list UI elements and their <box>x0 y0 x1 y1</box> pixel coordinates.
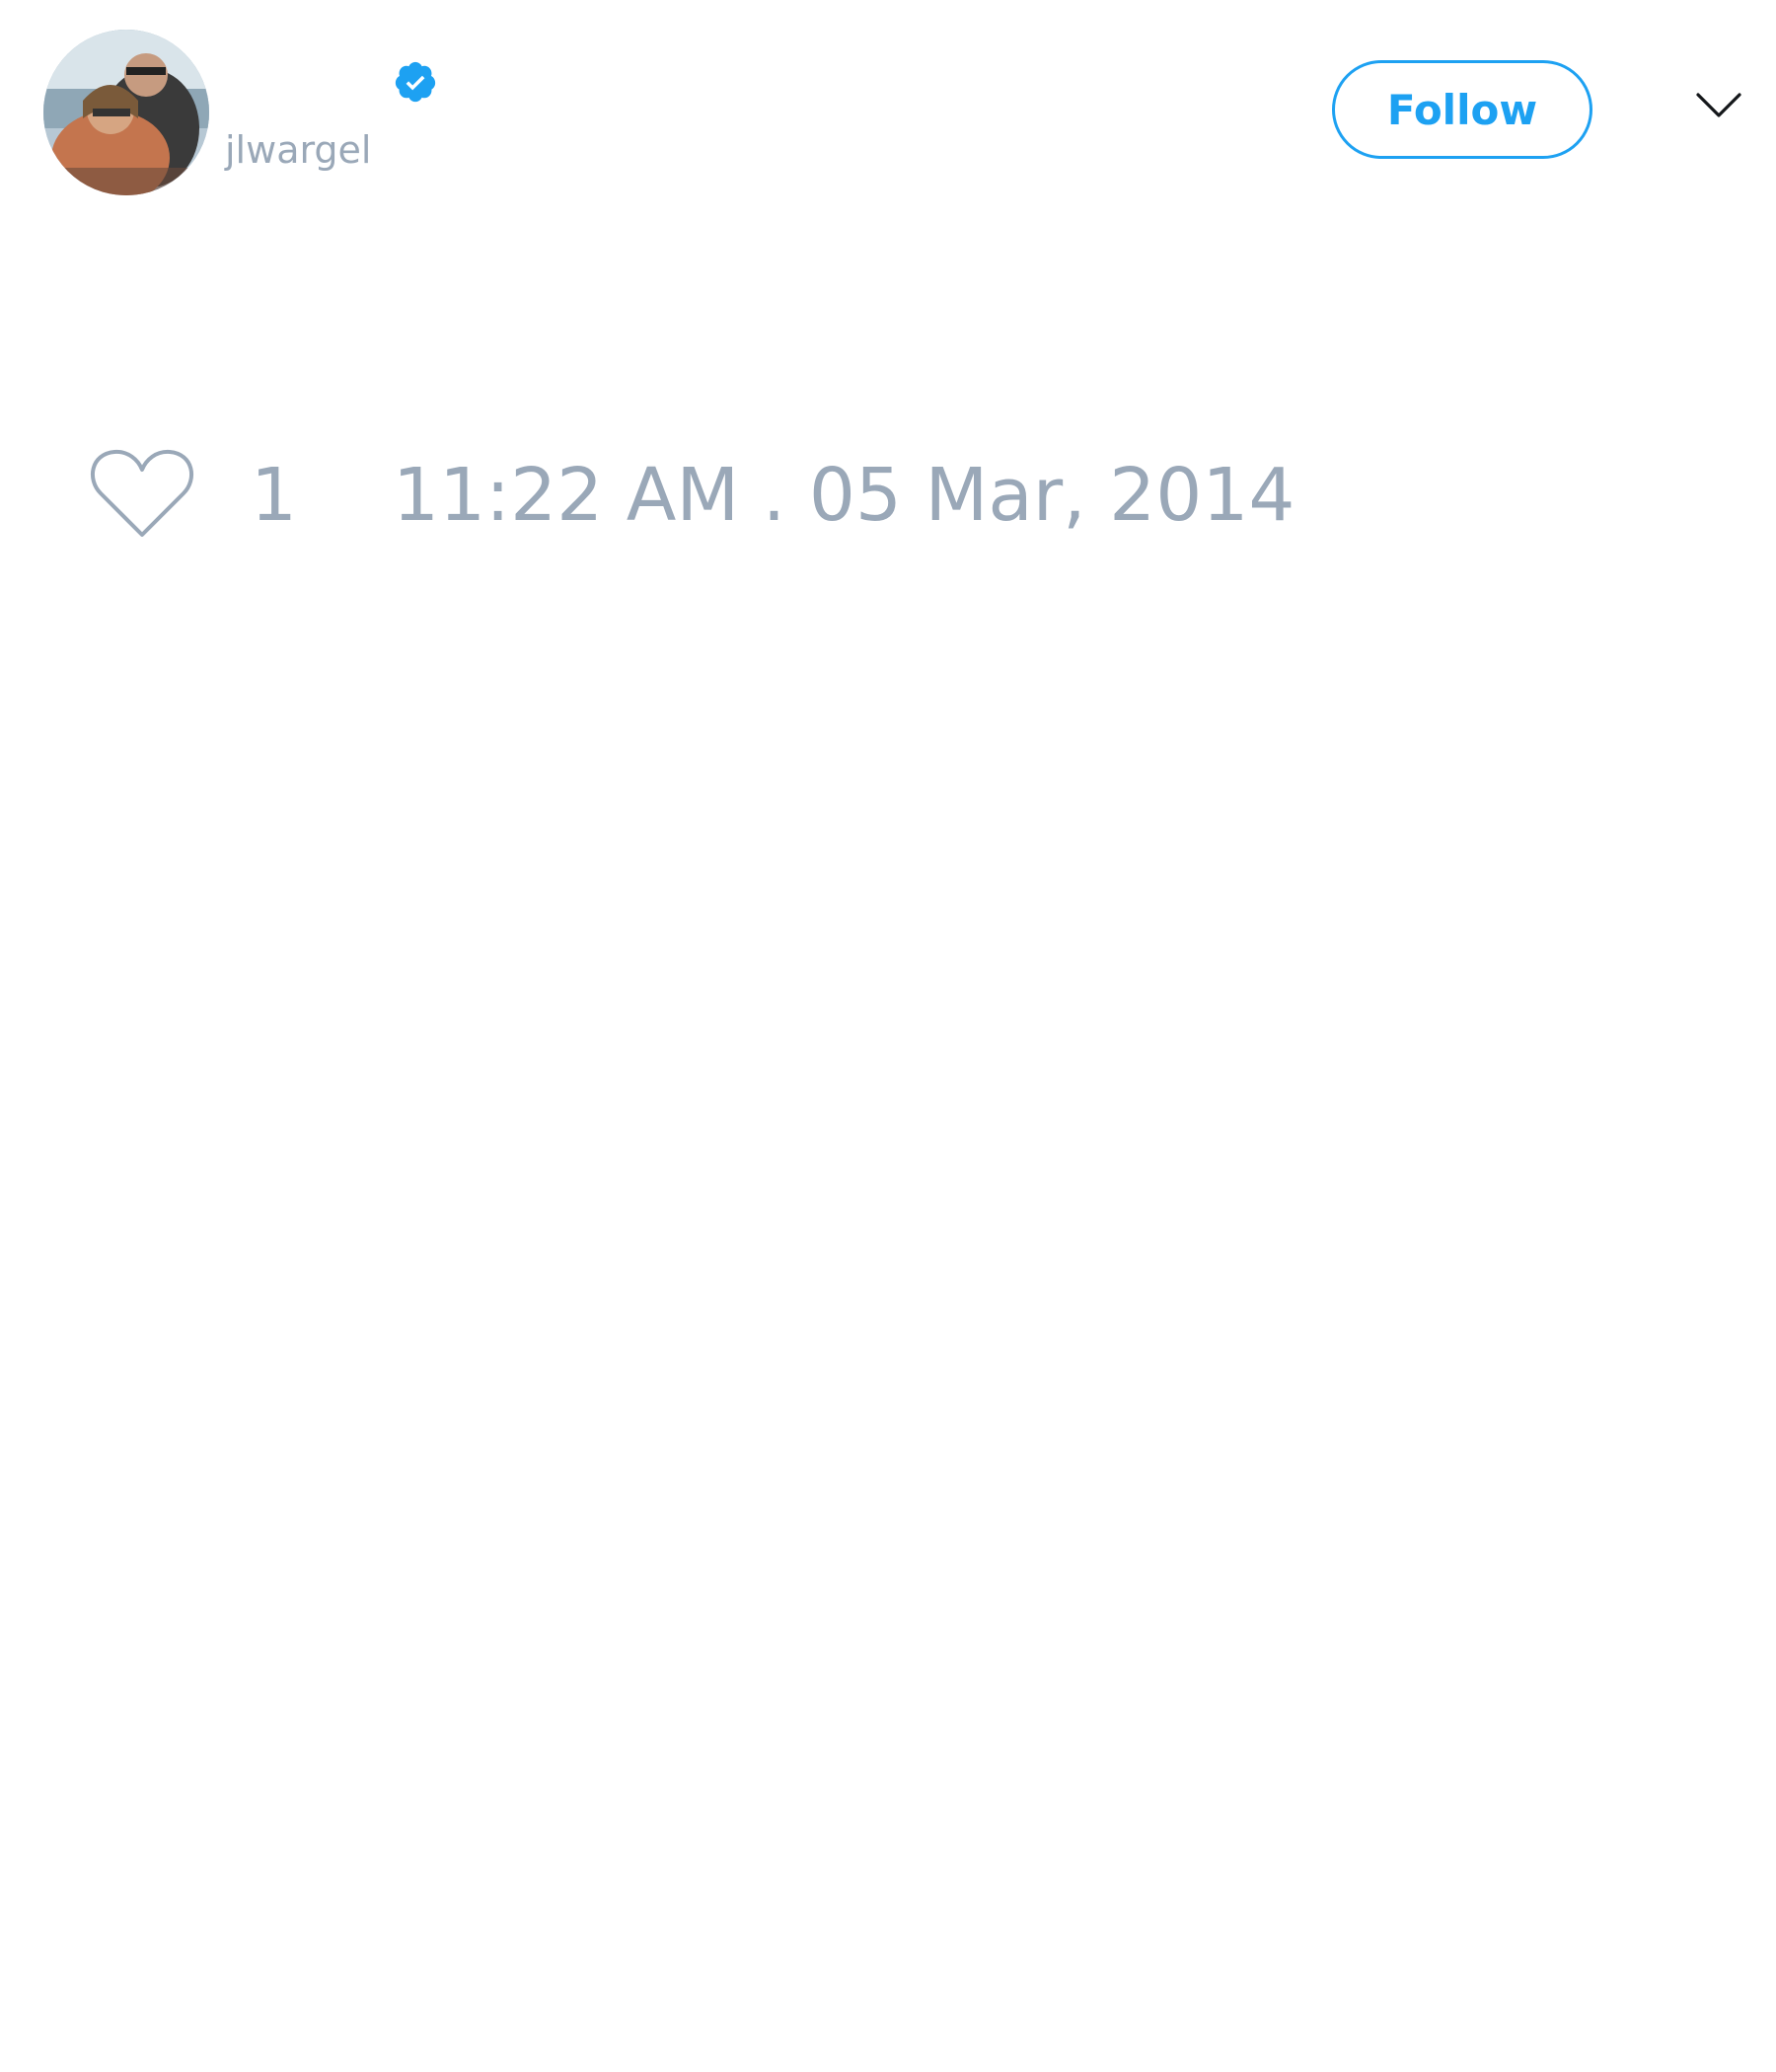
verified-badge-icon <box>395 61 436 103</box>
chevron-down-icon[interactable] <box>1695 91 1742 120</box>
avatar-photo <box>43 30 209 195</box>
author-handle[interactable]: jlwargel <box>225 128 372 172</box>
tweet-timestamp[interactable]: 11:22 AM . 05 Mar, 2014 <box>393 456 1295 535</box>
author-avatar[interactable] <box>43 30 209 195</box>
like-count: 1 <box>251 453 298 538</box>
heart-outline-icon[interactable] <box>89 446 195 541</box>
follow-button[interactable]: Follow <box>1332 60 1592 159</box>
